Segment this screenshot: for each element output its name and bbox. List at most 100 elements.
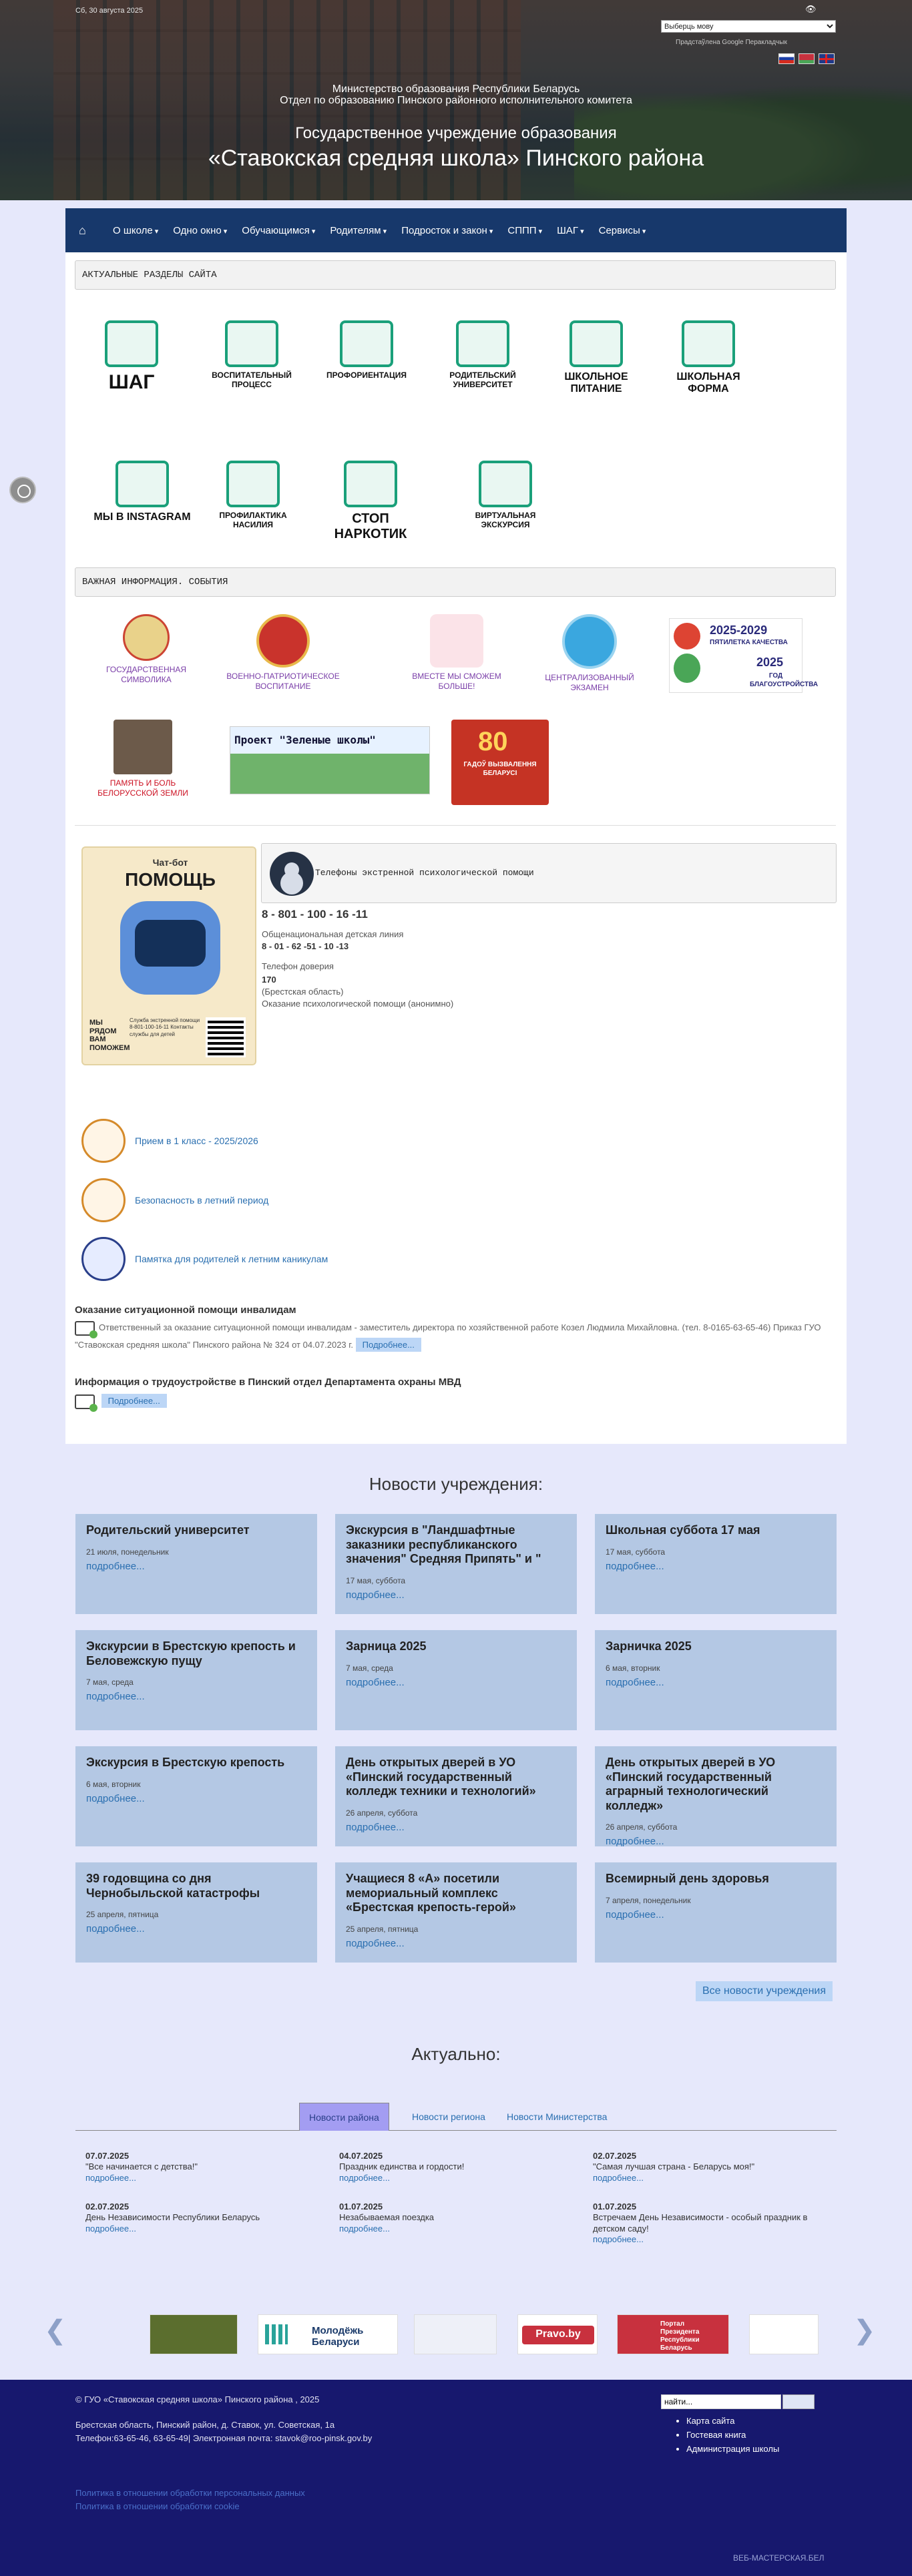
partner-youth-belarus[interactable]: Молодёжь Беларуси — [258, 2314, 398, 2354]
department-title: Отдел по образованию Пинского районного … — [280, 95, 632, 106]
carousel-next-icon[interactable]: ❯ — [853, 2315, 876, 2346]
institution-title: Государственное учреждение образования — [295, 124, 617, 142]
banner-centralized-exam[interactable]: ЦЕНТРАЛИЗОВАННЫЙ ЭКЗАМЕН — [533, 614, 646, 693]
partner-logo[interactable] — [414, 2314, 497, 2354]
news-card[interactable]: День открытых дверей в УО «Пинский госуд… — [595, 1746, 837, 1847]
hotline-number: 8 - 801 - 100 - 16 -11 — [262, 908, 368, 921]
news-card[interactable]: Экскурсия в Брестскую крепость 6 мая, вто… — [75, 1746, 317, 1846]
powered-by: Прадстаўлена Google Перакладчык — [676, 39, 787, 46]
news-card[interactable]: Зарница 2025 7 мая, среда подробнее... — [335, 1630, 577, 1730]
banner-80-years[interactable]: 80 ГАДОЎ ВЫЗВАЛЕННЯ БЕЛАРУСІ — [451, 720, 549, 805]
tile-instagram[interactable]: Мы в Instagram — [92, 461, 192, 523]
link-first-grade[interactable]: Прием в 1 класс - 2025/2026 — [81, 1117, 258, 1164]
tools-icon — [340, 320, 393, 367]
cookie-policy-link[interactable]: Политика в отношении обработки cookie — [75, 2501, 240, 2511]
news-card[interactable]: 39 годовщина со дня Чернобыльской катаст… — [75, 1862, 317, 1963]
tab-region-news[interactable]: Новости региона — [403, 2103, 495, 2131]
info-text-employment: Подробнее... — [75, 1392, 836, 1412]
flag-en-icon[interactable] — [819, 53, 835, 64]
news-card[interactable]: День открытых дверей в УО «Пинский госуд… — [335, 1746, 577, 1846]
divider — [75, 825, 836, 826]
footer-menu: Карта сайта Гостевая книга Администрация… — [686, 2416, 779, 2458]
nav-item-parents[interactable]: Родителям — [322, 225, 394, 236]
partner-pravo[interactable]: Pravo.by — [517, 2314, 598, 2354]
tile-parent-university[interactable]: Родительский университет — [433, 320, 533, 390]
home-icon[interactable]: ⌂ — [79, 224, 105, 238]
nav-item-sppp[interactable]: СППП — [500, 225, 549, 236]
emblem-icon — [123, 614, 170, 661]
actual-title: Актуально: — [411, 2044, 501, 2064]
heart-hands-icon — [430, 614, 483, 668]
actual-item[interactable]: 02.07.2025 "Самая лучшая страна - Беларус… — [593, 2151, 833, 2183]
footer-link-guestbook[interactable]: Гостевая книга — [686, 2430, 779, 2440]
footer-link-sitemap[interactable]: Карта сайта — [686, 2416, 779, 2426]
footer-link-administration[interactable]: Администрация школы — [686, 2444, 779, 2454]
news-card[interactable]: Учащиеся 8 «А» посетили мемориальный ком… — [335, 1862, 577, 1963]
developer-link[interactable]: ВЕБ-МАСТЕРСКАЯ.БЕЛ — [733, 2553, 825, 2563]
partner-logo[interactable] — [749, 2314, 819, 2354]
chatbot-help-banner[interactable]: Чат-бот ПОМОЩЬ МЫ РЯДОМ ВАМ ПОМОЖЕМ Служ… — [81, 846, 256, 1065]
nav-item-students[interactable]: Обучающимся — [234, 225, 322, 236]
flag-ru-icon[interactable] — [778, 53, 794, 64]
nav-item-about[interactable]: О школе — [105, 225, 166, 236]
news-card[interactable]: Зарничка 2025 6 мая, вторник подробнее... — [595, 1630, 837, 1730]
news-card[interactable]: Всемирный день здоровья 7 апреля, понедел… — [595, 1862, 837, 1963]
tile-stop-drugs[interactable]: Стоп наркотик — [320, 461, 421, 542]
partner-logo[interactable] — [150, 2314, 238, 2354]
tile-career[interactable]: Профориентация — [316, 320, 417, 380]
tile-school-uniform[interactable]: Школьная форма — [658, 320, 758, 396]
user-icon — [270, 852, 314, 896]
banner-green-schools[interactable]: Проект "Зеленые школы" — [230, 726, 430, 794]
address: Брестская область, Пинский район, д. Ста… — [75, 2420, 335, 2430]
banner-quality[interactable]: 2025-2029 ПЯТИЛЕТКА КАЧЕСТВА 2025 ГОД БЛ… — [669, 618, 818, 693]
tile-education[interactable]: Воспитательный процесс — [202, 320, 302, 390]
footer: © ГУО «Ставокская средняя школа» Пинског… — [0, 2380, 912, 2576]
news-card[interactable]: Школьная суббота 17 мая 17 мая, суббота по… — [595, 1514, 837, 1614]
all-news-button[interactable]: Все новости учреждения — [696, 1981, 833, 2001]
flag-by-icon[interactable] — [799, 53, 815, 64]
language-select[interactable]: Выберць мову — [661, 20, 836, 33]
banner-military-patriotic[interactable]: ВОЕННО-ПАТРИОТИЧЕСКОЕ ВОСПИТАНИЕ — [223, 614, 343, 692]
actual-item[interactable]: 02.07.2025 День Независимости Республики … — [85, 2202, 326, 2234]
tab-ministry-news[interactable]: Новости Министерства — [497, 2103, 616, 2131]
nav-item-one-window[interactable]: Одно окно — [166, 225, 234, 236]
news-card[interactable]: Родительский университет 21 июля, понедел… — [75, 1514, 317, 1614]
actual-item[interactable]: 01.07.2025 Незабываемая поездка подробнее.… — [339, 2202, 580, 2234]
more-button[interactable]: Подробнее... — [101, 1394, 167, 1408]
students-icon — [105, 320, 158, 367]
banner-memory[interactable]: ПАМЯТЬ И БОЛЬ БЕЛОРУССКОЙ ЗЕМЛИ — [89, 720, 196, 798]
tile-virtual-tour[interactable]: Виртуальная экскурсия — [455, 461, 555, 530]
dots-icon — [265, 2324, 288, 2344]
section-heading-important: ВАЖНАЯ ИНФОРМАЦИЯ. СОБЫТИЯ — [75, 567, 836, 597]
robot-icon — [120, 901, 220, 995]
school-flag-icon — [479, 461, 532, 507]
eye-icon[interactable]: 👁 — [805, 4, 817, 14]
copyright: © ГУО «Ставокская средняя школа» Пинског… — [75, 2394, 320, 2404]
tile-violence-prevention[interactable]: Профилактика насилия — [203, 461, 303, 530]
nav-item-shag[interactable]: ШАГ — [549, 225, 591, 236]
nav-item-teen-law[interactable]: Подросток и закон — [394, 225, 500, 236]
banner-together[interactable]: ВМЕСТЕ МЫ СМОЖЕМ БОЛЬШЕ! — [403, 614, 510, 692]
tile-school-food[interactable]: Школьное питание — [546, 320, 646, 396]
carousel-prev-icon[interactable]: ❮ — [44, 2315, 67, 2346]
actual-item[interactable]: 01.07.2025 Встречаем День Независимости -… — [593, 2202, 833, 2245]
tile-shag[interactable]: ШАГ — [81, 320, 182, 395]
nav-item-services[interactable]: Сервисы — [592, 225, 654, 236]
search-button[interactable] — [782, 2394, 815, 2409]
privacy-policy-link[interactable]: Политика в отношении обработки персональ… — [75, 2488, 305, 2498]
news-card[interactable]: Экскурсии в Брестскую крепость и Беловеж… — [75, 1630, 317, 1730]
apple-icon — [569, 320, 623, 367]
more-button[interactable]: Подробнее... — [355, 1338, 421, 1352]
news-card[interactable]: Экскурсия в "Ландшафтные заказники респу… — [335, 1514, 577, 1614]
banner-state-symbols[interactable]: ГОСУДАРСТВЕННАЯ СИМВОЛИКА — [96, 614, 196, 685]
partner-president[interactable]: Портал Президента Республики Беларусь — [617, 2314, 729, 2354]
link-parents-memo[interactable]: Памятка для родителей к летним каникулам — [81, 1236, 328, 1282]
actual-item[interactable]: 04.07.2025 Праздник единства и гордости! п… — [339, 2151, 580, 2183]
tab-district-news[interactable]: Новости района — [299, 2103, 389, 2131]
accessibility-icon[interactable] — [9, 477, 36, 503]
link-summer-safety[interactable]: Безопасность в летний период — [81, 1177, 268, 1224]
search-input[interactable] — [661, 2394, 781, 2409]
badge-green-icon — [674, 654, 700, 683]
info-text-disability: Ответственный за оказание ситуационной п… — [75, 1319, 836, 1354]
actual-item[interactable]: 07.07.2025 "Все начинается с детства!" под… — [85, 2151, 326, 2183]
